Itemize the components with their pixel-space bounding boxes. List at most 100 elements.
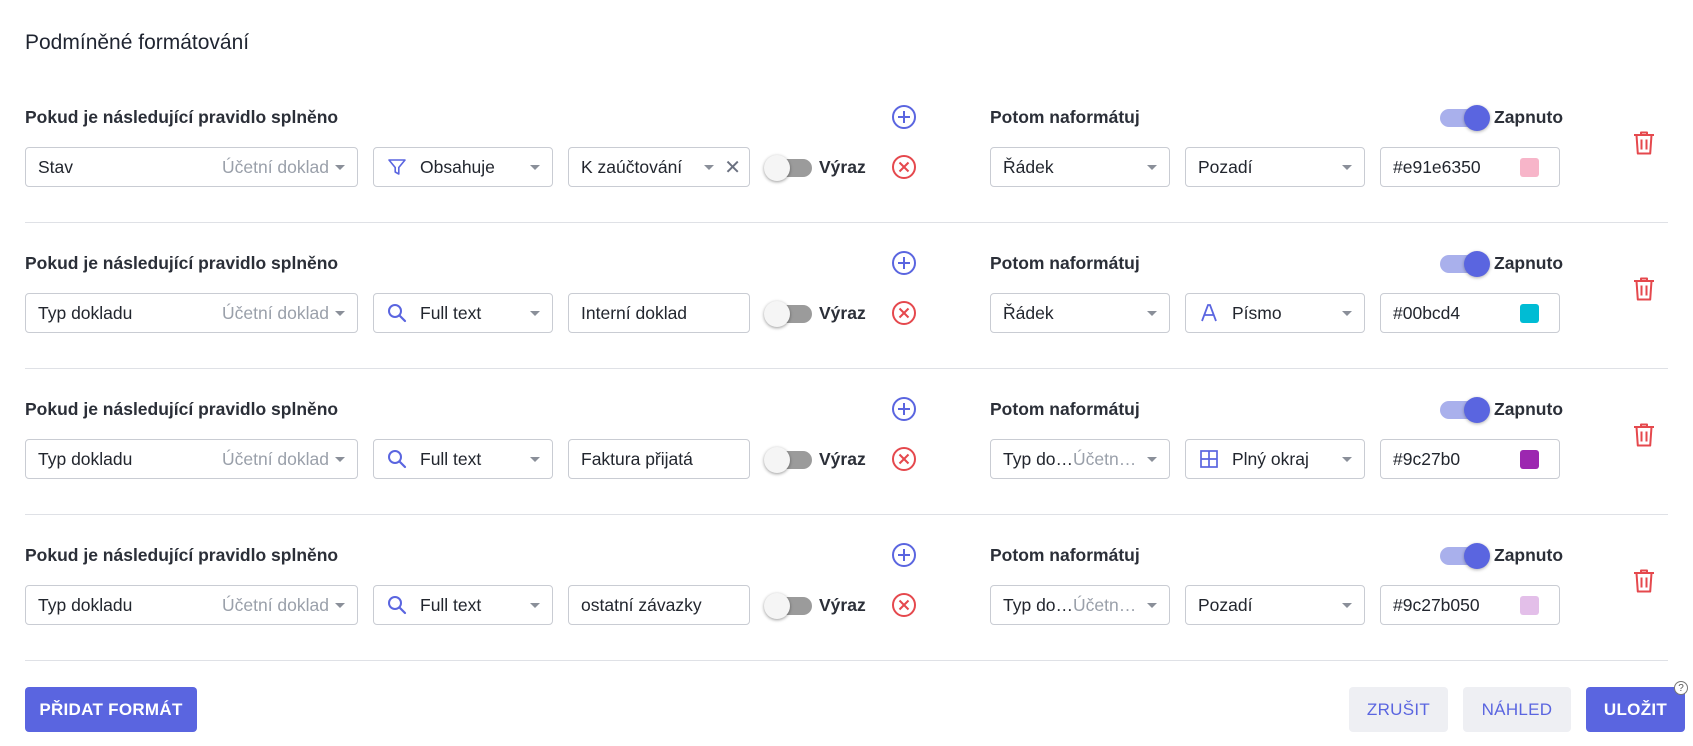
expression-label: Výraz [819,595,866,615]
expression-toggle[interactable] [764,155,812,181]
value-text: ostatní závazky [581,594,702,615]
remove-condition-icon[interactable] [891,154,917,180]
format-header: Potom naformátuj [990,545,1140,565]
color-swatch[interactable] [1520,596,1539,615]
expression-label: Výraz [819,449,866,469]
operator-select[interactable]: Full text [373,585,553,625]
operator-select[interactable]: Obsahuje [373,147,553,187]
chevron-down-icon [530,456,540,462]
rule-divider [25,368,1668,369]
field-value: Typ dokladu [38,594,133,615]
dialog-title: Podmíněné formátování [25,31,250,54]
rule-divider [25,514,1668,515]
expression-label: Výraz [819,303,866,323]
field-select[interactable]: Typ dokladu Účetní doklad [25,439,358,479]
operator-select[interactable]: Full text [373,293,553,333]
chevron-down-icon [1147,164,1157,170]
chevron-down-icon [335,164,345,170]
target-value: Typ do… [1003,594,1074,615]
add-condition-icon[interactable] [891,396,917,422]
add-condition-icon[interactable] [891,542,917,568]
field-value: Stav [38,156,74,177]
chevron-down-icon [1342,310,1352,316]
color-swatch[interactable] [1520,450,1539,469]
field-hint: Účetní doklad [221,594,329,615]
remove-condition-icon[interactable] [891,592,917,618]
field-select[interactable]: Stav Účetní doklad [25,147,358,187]
color-value: #e91e6350 [1393,156,1481,177]
chevron-down-icon [1342,602,1352,608]
target-value: Řádek [1003,156,1054,177]
format-header: Potom naformátuj [990,399,1140,419]
search-icon [386,448,408,470]
value-text: Faktura přijatá [581,448,693,469]
value-text: Interní doklad [581,302,688,323]
filter-icon [386,156,408,178]
chevron-down-icon [1342,456,1352,462]
enabled-toggle[interactable] [1440,251,1490,277]
enabled-label: Zapnuto [1494,107,1564,127]
expression-toggle[interactable] [764,447,812,473]
format-type-select[interactable]: Písmo [1185,293,1365,333]
expression-label: Výraz [819,157,866,177]
expression-toggle[interactable] [764,593,812,619]
field-value: Typ dokladu [38,302,133,323]
target-select[interactable]: Řádek [990,147,1170,187]
value-text: K zaúčtování [581,156,683,177]
format-type-select[interactable]: Pozadí [1185,585,1365,625]
color-swatch[interactable] [1520,304,1539,323]
save-button[interactable]: ULOŽIT [1586,687,1685,732]
enabled-label: Zapnuto [1494,253,1564,273]
chevron-down-icon [530,164,540,170]
condition-header: Pokud je následující pravidlo splněno [25,253,339,273]
format-header: Potom naformátuj [990,253,1140,273]
add-condition-icon[interactable] [891,250,917,276]
add-condition-icon[interactable] [891,104,917,130]
target-select[interactable]: Typ do… Účetní … [990,585,1170,625]
trash-icon[interactable] [1632,422,1656,448]
search-icon [386,594,408,616]
remove-condition-icon[interactable] [891,300,917,326]
target-hint: Účetní … [1073,448,1141,469]
value-select[interactable]: K zaúčtování ✕ [568,147,750,187]
value-input[interactable]: ostatní závazky [568,585,750,625]
remove-condition-icon[interactable] [891,446,917,472]
clear-icon[interactable]: ✕ [724,155,741,180]
color-value: #9c27b050 [1393,594,1480,615]
target-select[interactable]: Řádek [990,293,1170,333]
target-select[interactable]: Typ do… Účetní … [990,439,1170,479]
enabled-toggle[interactable] [1440,105,1490,131]
target-hint: Účetní … [1073,594,1141,615]
format-type-value: Pozadí [1198,594,1253,615]
expression-toggle[interactable] [764,301,812,327]
chevron-down-icon [1147,602,1157,608]
enabled-toggle[interactable] [1440,543,1490,569]
format-type-select[interactable]: Plný okraj [1185,439,1365,479]
field-hint: Účetní doklad [221,448,329,469]
cancel-button[interactable]: ZRUŠIT [1349,687,1448,732]
chevron-down-icon [530,310,540,316]
operator-select[interactable]: Full text [373,439,553,479]
add-format-button[interactable]: PŘIDAT FORMÁT [25,687,197,732]
trash-icon[interactable] [1632,276,1656,302]
format-type-value: Plný okraj [1232,448,1309,469]
target-value: Řádek [1003,302,1054,323]
preview-button[interactable]: NÁHLED [1463,687,1571,732]
format-rule: Pokud je následující pravidlo splněno Pot… [0,96,1693,242]
value-input[interactable]: Faktura přijatá [568,439,750,479]
format-header: Potom naformátuj [990,107,1140,127]
field-select[interactable]: Typ dokladu Účetní doklad [25,293,358,333]
trash-icon[interactable] [1632,568,1656,594]
target-value: Typ do… [1003,448,1074,469]
help-icon[interactable]: ? [1674,681,1688,695]
format-type-select[interactable]: Pozadí [1185,147,1365,187]
field-select[interactable]: Typ dokladu Účetní doklad [25,585,358,625]
operator-value: Obsahuje [420,156,495,177]
border-all-icon [1198,448,1220,470]
condition-header: Pokud je následující pravidlo splněno [25,399,339,419]
trash-icon[interactable] [1632,130,1656,156]
enabled-toggle[interactable] [1440,397,1490,423]
chevron-down-icon [1147,310,1157,316]
color-swatch[interactable] [1520,158,1539,177]
value-input[interactable]: Interní doklad [568,293,750,333]
